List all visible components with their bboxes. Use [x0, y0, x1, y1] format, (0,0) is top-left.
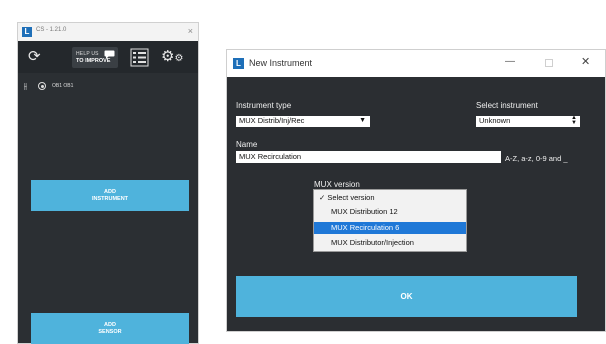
radio-icon[interactable]: [38, 82, 46, 90]
main-close-icon[interactable]: ×: [188, 26, 193, 36]
help-button-line1: HELP US: [76, 51, 99, 57]
mux-version-dropdown[interactable]: ✓ Select version MUX Distribution 12 MUX…: [313, 189, 467, 252]
mux-option-recirculation-6[interactable]: MUX Recirculation 6: [314, 222, 466, 234]
tuner-icon: ⫲: [24, 81, 27, 91]
add-instrument-button[interactable]: ADD INSTRUMENT: [31, 180, 189, 211]
mux-option-distribution-12[interactable]: MUX Distribution 12: [314, 206, 466, 218]
dialog-titlebar: L New Instrument — ✕: [227, 50, 605, 77]
add-sensor-line1: ADD: [104, 322, 116, 328]
chat-bubble-icon: [104, 50, 115, 59]
instrument-type-label: Instrument type: [236, 101, 292, 110]
maximize-icon[interactable]: [545, 59, 553, 67]
select-instrument-label: Select instrument: [476, 101, 538, 110]
instrument-type-select[interactable]: MUX Distrib/Inj/Rec ▼: [236, 116, 370, 127]
add-instrument-line1: ADD: [104, 189, 116, 195]
checkmark-icon: ✓: [319, 193, 326, 202]
instrument-type-value: MUX Distrib/Inj/Rec: [239, 116, 305, 125]
app-logo-icon: L: [22, 27, 32, 37]
main-app-window: L CS - 1.21.0 × ⟳ HELP US TO IMPROVE ⚙⚙ …: [17, 22, 199, 344]
mux-option-select-version[interactable]: ✓ Select version: [314, 192, 466, 204]
list-icon[interactable]: [130, 48, 149, 67]
instrument-label: OB1 OB1: [52, 83, 74, 89]
name-hint: A-Z, a-z, 0-9 and _: [505, 154, 568, 163]
new-instrument-dialog: L New Instrument — ✕ Instrument type MUX…: [226, 49, 606, 332]
main-toolbar: ⟳ HELP US TO IMPROVE ⚙⚙: [18, 41, 198, 73]
minimize-icon[interactable]: —: [505, 56, 515, 67]
name-label: Name: [236, 140, 258, 149]
add-instrument-line2: INSTRUMENT: [91, 196, 129, 202]
chevron-down-icon: ▼: [359, 117, 366, 124]
dialog-app-logo-icon: L: [233, 58, 244, 69]
add-sensor-button[interactable]: ADD SENSOR: [31, 313, 189, 344]
mux-option-label: Select version: [327, 193, 375, 202]
refresh-icon[interactable]: ⟳: [28, 49, 41, 64]
ok-button[interactable]: OK: [236, 276, 577, 317]
name-input[interactable]: MUX Recirculation: [236, 151, 501, 163]
mux-option-distributor-injection[interactable]: MUX Distributor/Injection: [314, 237, 466, 249]
select-instrument-dropdown[interactable]: Unknown ▲ ▼: [476, 115, 580, 127]
gear-icon[interactable]: ⚙⚙: [161, 47, 183, 67]
help-improve-button[interactable]: HELP US TO IMPROVE: [72, 47, 118, 68]
select-instrument-value: Unknown: [479, 116, 511, 125]
close-icon[interactable]: ✕: [581, 55, 590, 68]
add-sensor-line2: SENSOR: [98, 329, 122, 335]
dialog-title: New Instrument: [249, 58, 313, 68]
mux-version-label: MUX version: [314, 180, 360, 189]
main-titlebar: L CS - 1.21.0 ×: [18, 23, 198, 41]
updown-arrows-icon: ▲ ▼: [571, 115, 577, 126]
main-window-title: CS - 1.21.0: [36, 27, 67, 33]
